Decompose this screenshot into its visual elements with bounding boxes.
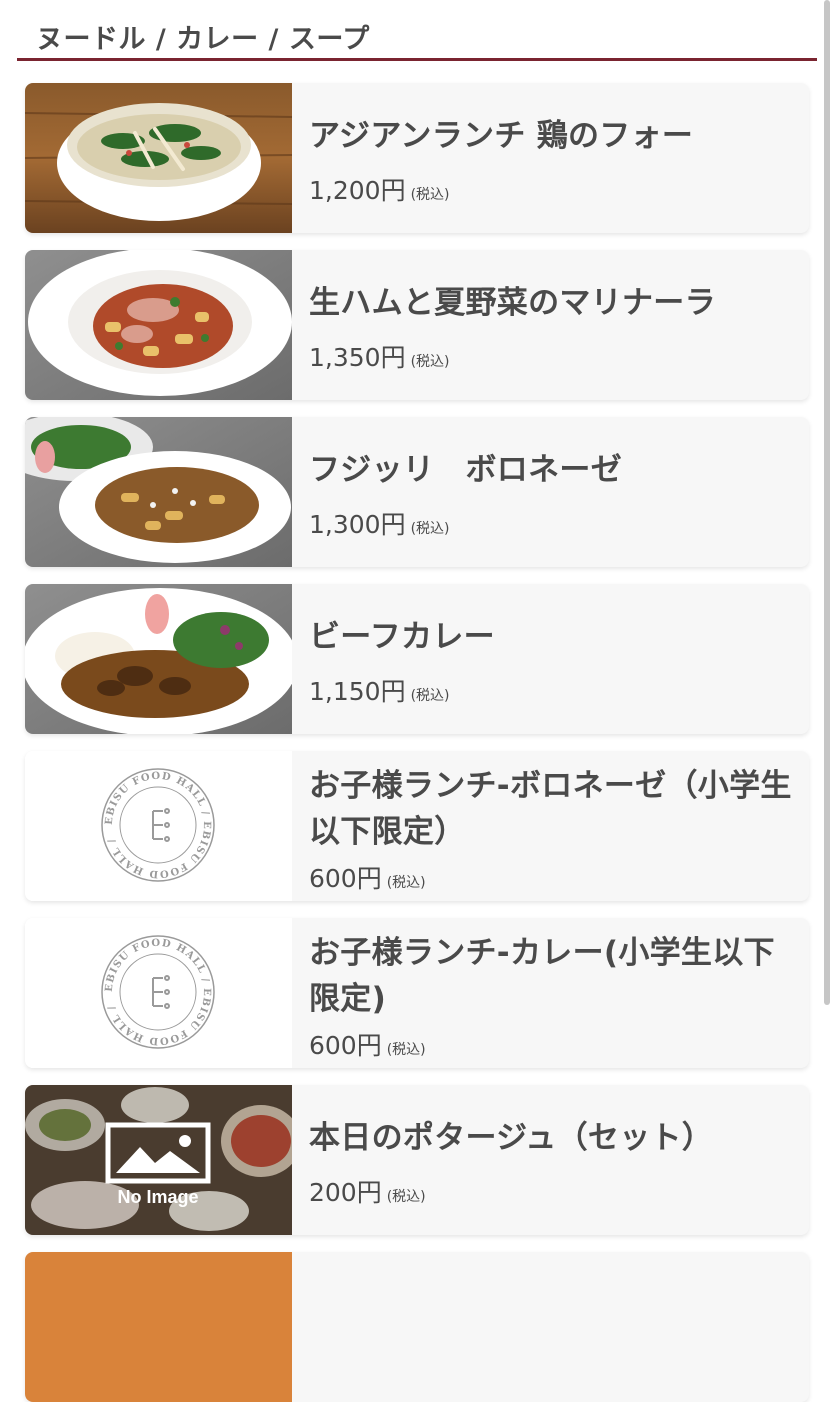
- menu-item-card[interactable]: アジアンランチ 鶏のフォー 1,200円 (税込): [25, 83, 809, 233]
- menu-item-info: アジアンランチ 鶏のフォー 1,200円 (税込): [309, 83, 799, 233]
- price-row: 1,300円 (税込): [309, 505, 450, 541]
- price-row: 1,350円 (税込): [309, 338, 450, 374]
- menu-item-price: 1,350円: [309, 343, 406, 372]
- menu-item-name: お子様ランチ-カレー(小学生以下限定): [309, 935, 775, 1017]
- price-row: 600円 (税込): [309, 859, 426, 895]
- tax-note: (税込): [386, 875, 426, 891]
- tax-note: (税込): [410, 688, 450, 704]
- menu-item-info: 本日のポタージュ（セット） 200円 (税込): [309, 1085, 799, 1235]
- section-divider: [17, 58, 817, 61]
- section-title: ヌードル / カレー / スープ: [36, 24, 370, 55]
- menu-item-info: お子様ランチ-カレー(小学生以下限定) 600円 (税込): [309, 918, 799, 1068]
- ebisu-food-hall-logo: EBISU FOOD HALL / EBISU FOOD HALL /: [25, 918, 292, 1068]
- tax-note: (税込): [386, 1189, 426, 1205]
- no-image-placeholder: No Image: [25, 1085, 292, 1235]
- menu-item-price: 200円: [309, 1178, 382, 1207]
- menu-item-card[interactable]: EBISU FOOD HALL / EBISU FOOD HALL / お子様ラ…: [25, 918, 809, 1068]
- menu-item-card[interactable]: フジッリ ボロネーゼ 1,300円 (税込): [25, 417, 809, 567]
- price-row: 200円 (税込): [309, 1173, 426, 1209]
- menu-item-info: フジッリ ボロネーゼ 1,300円 (税込): [309, 417, 799, 567]
- svg-text:No Image: No Image: [117, 1187, 198, 1207]
- menu-item-card[interactable]: [25, 1252, 809, 1402]
- menu-item-info: 生ハムと夏野菜のマリナーラ 1,350円 (税込): [309, 250, 799, 400]
- menu-item-info: お子様ランチ-ボロネーゼ（小学生以下限定） 600円 (税込): [309, 751, 799, 901]
- tax-note: (税込): [410, 187, 450, 203]
- price-row: 1,150円 (税込): [309, 672, 450, 708]
- menu-item-price: 1,150円: [309, 677, 406, 706]
- menu-item-name: お子様ランチ-ボロネーゼ（小学生以下限定）: [309, 768, 792, 850]
- menu-item-name: アジアンランチ 鶏のフォー: [309, 118, 694, 154]
- section-header: ヌードル / カレー / スープ: [0, 0, 834, 62]
- menu-item-card[interactable]: EBISU FOOD HALL / EBISU FOOD HALL / お子様ラ…: [25, 751, 809, 901]
- tax-note: (税込): [410, 521, 450, 537]
- menu-item-name: フジッリ ボロネーゼ: [309, 452, 622, 488]
- price-row: 600円 (税込): [309, 1026, 426, 1062]
- ebisu-food-hall-logo: EBISU FOOD HALL / EBISU FOOD HALL /: [25, 751, 292, 901]
- scrollbar[interactable]: [824, 0, 830, 1005]
- menu-item-name: 生ハムと夏野菜のマリナーラ: [309, 285, 716, 321]
- tax-note: (税込): [386, 1042, 426, 1058]
- menu-item-card[interactable]: No Image 本日のポタージュ（セット） 200円 (税込): [25, 1085, 809, 1235]
- next-item-photo: [25, 1252, 292, 1402]
- menu-item-price: 600円: [309, 1031, 382, 1060]
- tax-note: (税込): [410, 354, 450, 370]
- prosciutto-marinara-photo: [25, 250, 292, 400]
- menu-item-info: ビーフカレー 1,150円 (税込): [309, 584, 799, 734]
- beef-curry-photo: [25, 584, 292, 734]
- fusilli-bolognese-photo: [25, 417, 292, 567]
- menu-item-price: 1,300円: [309, 510, 406, 539]
- menu-item-price: 1,200円: [309, 176, 406, 205]
- menu-item-name: ビーフカレー: [309, 619, 495, 655]
- menu-item-name: 本日のポタージュ（セット）: [309, 1120, 714, 1156]
- menu-item-price: 600円: [309, 864, 382, 893]
- menu-item-card[interactable]: 生ハムと夏野菜のマリナーラ 1,350円 (税込): [25, 250, 809, 400]
- price-row: 1,200円 (税込): [309, 171, 450, 207]
- menu-item-card[interactable]: ビーフカレー 1,150円 (税込): [25, 584, 809, 734]
- chicken-pho-photo: [25, 83, 292, 233]
